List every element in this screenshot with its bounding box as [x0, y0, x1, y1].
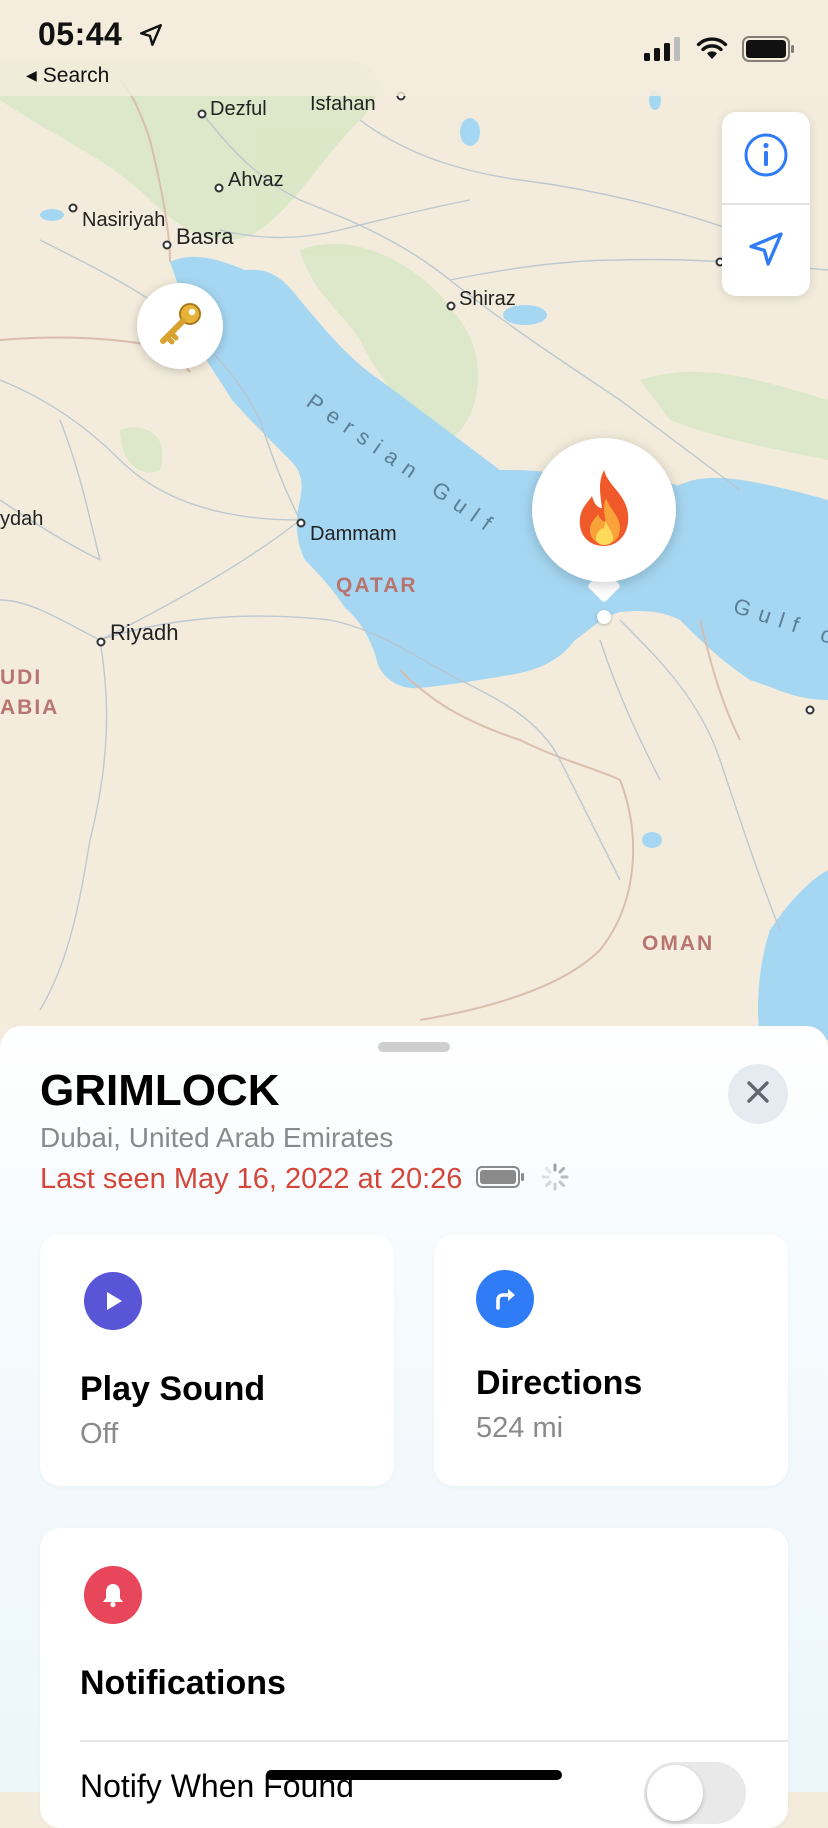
device-location-dot [597, 610, 611, 624]
map-info-button[interactable] [722, 112, 810, 202]
notifications-card: Notifications Notify When Found [40, 1528, 788, 1828]
status-time: 05:44 [38, 16, 123, 52]
bell-icon [84, 1566, 142, 1624]
map-label-qatar: QATAR [336, 574, 418, 597]
map-controls-divider [722, 203, 810, 205]
map-label-saudi-line1: UDI [0, 666, 42, 689]
last-seen-row: Last seen May 16, 2022 at 20:26 [40, 1162, 570, 1197]
toggle-knob [647, 1765, 703, 1821]
home-indicator[interactable] [266, 1770, 562, 1780]
key-icon [154, 298, 206, 355]
notify-when-found-toggle[interactable] [644, 1762, 746, 1824]
location-arrow-icon [138, 22, 164, 53]
notifications-title: Notifications [80, 1664, 286, 1702]
device-detail-sheet: GRIMLOCK Dubai, United Arab Emirates Las… [0, 1026, 828, 1828]
battery-icon [742, 36, 796, 67]
map-label-nasiriyah: Nasiriyah [82, 209, 165, 231]
map-label-isfahan: Isfahan [310, 93, 376, 115]
device-name: GRIMLOCK [40, 1066, 280, 1115]
location-arrow-icon [746, 229, 786, 274]
map-view[interactable]: Dezful Isfahan Ahvaz Nasiriyah Basra Shi… [0, 0, 828, 1040]
status-icons [644, 36, 796, 67]
device-battery-icon [476, 1165, 526, 1194]
directions-icon [476, 1270, 534, 1328]
map-label-dezful: Dezful [210, 98, 267, 120]
play-sound-status: Off [80, 1418, 119, 1450]
wifi-icon [696, 37, 728, 66]
map-label-dammam: Dammam [310, 523, 397, 545]
sheet-grabber[interactable] [378, 1042, 450, 1052]
directions-title: Directions [476, 1364, 643, 1402]
map-label-basra: Basra [176, 224, 234, 249]
map-label-oman: OMAN [642, 932, 714, 955]
play-icon [84, 1272, 142, 1330]
map-label-riyadh: Riyadh [110, 620, 178, 645]
map-controls [722, 112, 810, 296]
back-triangle-icon: ◀ [26, 67, 37, 83]
info-icon [743, 132, 789, 183]
play-sound-card[interactable]: Play Sound Off [40, 1234, 394, 1486]
back-to-search-button[interactable]: ◀ Search [26, 64, 109, 88]
loading-spinner-icon [540, 1162, 570, 1197]
device-location: Dubai, United Arab Emirates [40, 1122, 394, 1153]
status-bar: 05:44 ◀ Search [0, 0, 828, 96]
map-label-saudi-line2: ABIA [0, 696, 59, 719]
play-sound-title: Play Sound [80, 1370, 266, 1408]
map-label-shiraz: Shiraz [459, 288, 516, 310]
close-button[interactable] [728, 1064, 788, 1124]
directions-distance: 524 mi [476, 1412, 564, 1444]
map-pin-device[interactable] [532, 438, 676, 582]
directions-card[interactable]: Directions 524 mi [434, 1234, 788, 1486]
fire-icon [568, 468, 640, 553]
close-icon [745, 1079, 771, 1110]
signal-icon [644, 37, 682, 66]
map-label-ahvaz: Ahvaz [228, 169, 284, 191]
notifications-divider [80, 1740, 788, 1742]
last-seen-text: Last seen May 16, 2022 at 20:26 [40, 1163, 463, 1195]
map-label-ydah: ydah [0, 508, 43, 530]
back-label: Search [42, 64, 110, 87]
map-pin-key[interactable] [137, 283, 223, 369]
map-locate-button[interactable] [722, 206, 810, 296]
